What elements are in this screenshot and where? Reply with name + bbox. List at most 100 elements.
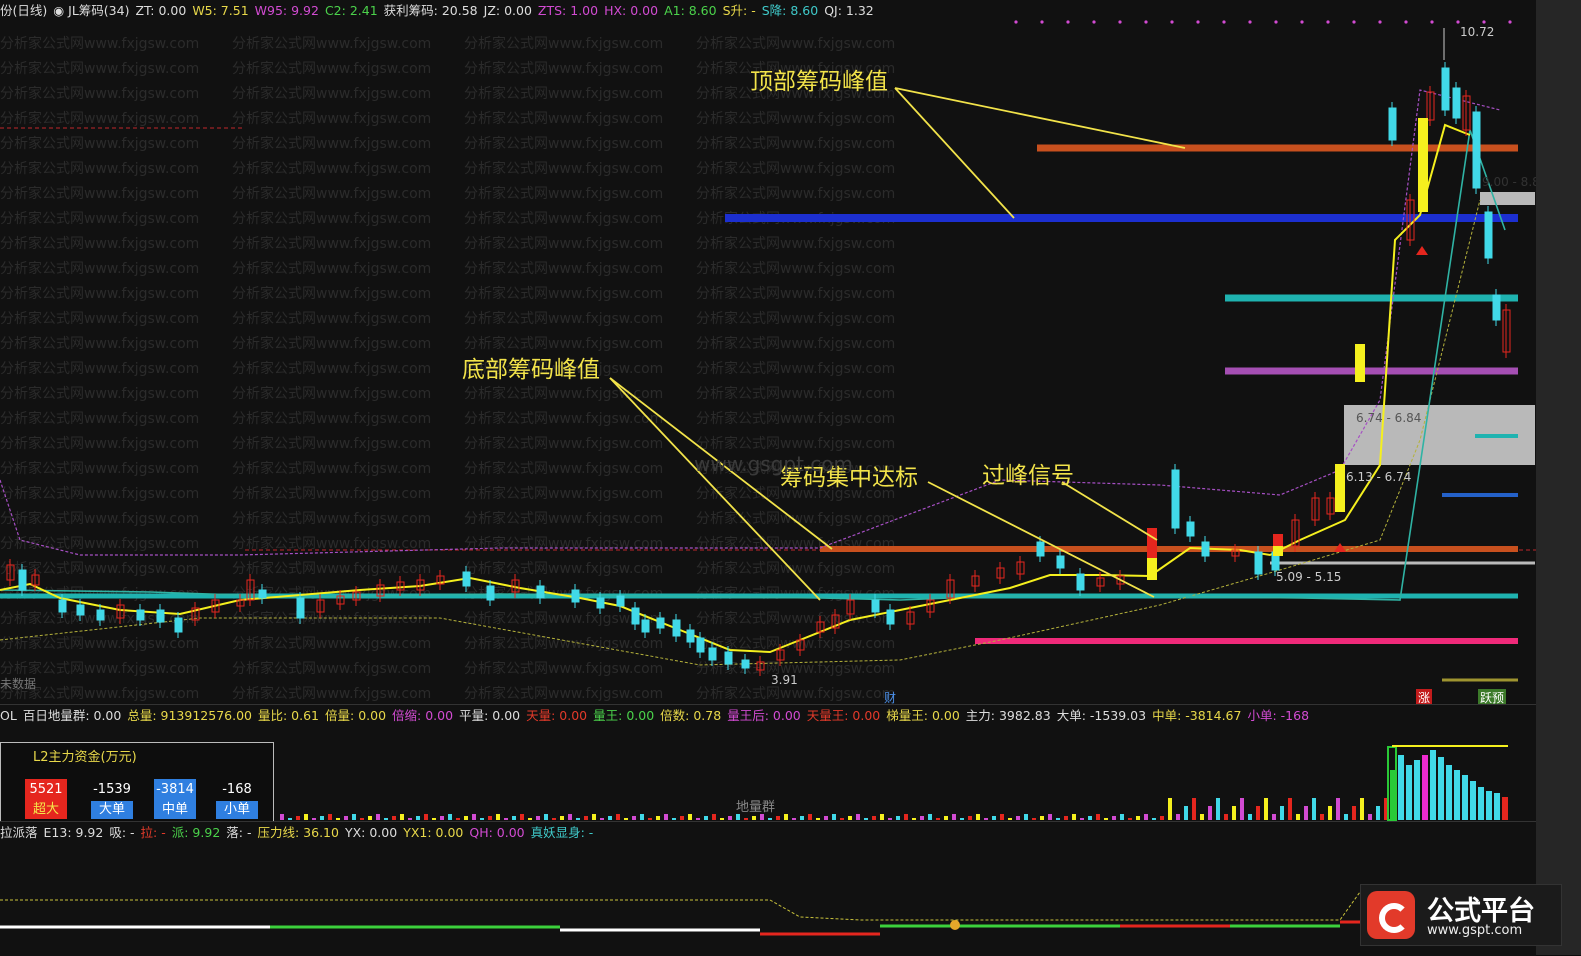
volume-bar-big <box>1470 781 1476 820</box>
candle-body <box>696 637 705 653</box>
site-watermark: www.gsgpt.com <box>694 452 854 476</box>
watermark-text: 分析家公式网www.fxjgsw.com <box>232 535 431 552</box>
watermark-text: 分析家公式网www.fxjgsw.com <box>232 635 431 652</box>
signal-candle-yellow <box>1418 118 1428 212</box>
watermark-text: 分析家公式网www.fxjgsw.com <box>464 660 663 677</box>
price-chart-pane[interactable]: 份(日线) ◉ JL筹码(34) ZT: 0.00 W5: 7.51 W95: 9.92… <box>0 0 1540 706</box>
indicator-pane[interactable]: 拉派落 E13: 9.92 吸: - 拉: - 派: 9.92 落: - 压力线: 36.1… <box>0 821 1536 956</box>
candle-body <box>58 599 67 613</box>
candle-body <box>76 604 85 616</box>
volume-bar <box>1368 814 1372 820</box>
volume-bar <box>360 818 364 820</box>
watermark-text: 分析家公式网www.fxjgsw.com <box>696 360 895 377</box>
volume-bar <box>768 818 772 820</box>
watermark-text: 分析家公式网www.fxjgsw.com <box>0 385 199 402</box>
watermark-text: 分析家公式网www.fxjgsw.com <box>0 235 199 252</box>
l2-fund-flow-box: L2主力资金(万元) 5521 超大 -1539 大单 -3814 中单 -168 小单 <box>0 742 274 822</box>
volume-bar-big <box>1494 793 1500 820</box>
watermark-text: 分析家公式网www.fxjgsw.com <box>696 410 895 427</box>
watermark-text: 分析家公式网www.fxjgsw.com <box>0 485 199 502</box>
annotation-top-peak: 顶部筹码峰值 <box>750 69 888 95</box>
volume-bar <box>336 818 340 820</box>
price-chart-canvas[interactable]: 分析家公式网www.fxjgsw.com 分析家公式网www.fxjgsw.com… <box>0 0 1536 703</box>
volume-bar-big <box>1438 757 1444 820</box>
watermark-text: 分析家公式网www.fxjgsw.com <box>232 160 431 177</box>
watermark-text: 分析家公式网www.fxjgsw.com <box>0 160 199 177</box>
gspt-logo: 公式平台 www.gspt.com <box>1360 884 1562 946</box>
logo-url: www.gspt.com <box>1427 923 1523 938</box>
volume-bar-big <box>1486 791 1492 820</box>
l2-cell-value: -168 <box>222 782 252 797</box>
volume-bar <box>1280 806 1284 820</box>
watermark-text: 分析家公式网www.fxjgsw.com <box>232 660 431 677</box>
watermark-text: 分析家公式网www.fxjgsw.com <box>0 310 199 327</box>
candle-body <box>174 617 183 633</box>
volume-bar <box>1072 814 1076 820</box>
watermark-text: 分析家公式网www.fxjgsw.com <box>0 510 199 527</box>
volume-bar <box>1248 814 1252 820</box>
volume-bar <box>576 818 580 820</box>
watermark-text: 分析家公式网www.fxjgsw.com <box>696 685 895 702</box>
volume-bar <box>1128 818 1132 820</box>
high-price-label: 10.72 <box>1460 25 1495 39</box>
candle-body <box>296 597 305 619</box>
logo-icon <box>1367 891 1415 939</box>
l2-cell-超大: 5521 超大 <box>25 779 67 819</box>
l2-cell-小单: -168 小单 <box>216 779 258 819</box>
volume-bar <box>600 818 604 820</box>
watermark-text: 分析家公式网www.fxjgsw.com <box>464 560 663 577</box>
volume-bar <box>432 818 436 820</box>
volume-bar <box>472 814 476 820</box>
l2-cell-label: 小单 <box>216 801 258 819</box>
volume-bar <box>584 816 588 820</box>
l2-cell-label: 中单 <box>154 801 196 819</box>
watermark-text: 分析家公式网www.fxjgsw.com <box>232 310 431 327</box>
watermark-text: 分析家公式网www.fxjgsw.com <box>696 235 895 252</box>
volume-bar-big <box>1414 760 1420 820</box>
watermark-text: 分析家公式网www.fxjgsw.com <box>464 85 663 102</box>
watermark-text: 分析家公式网www.fxjgsw.com <box>232 485 431 502</box>
watermark-text: 分析家公式网www.fxjgsw.com <box>0 60 199 77</box>
volume-bar <box>856 814 860 820</box>
signal-dot <box>1014 20 1018 24</box>
volume-bar-big <box>1478 787 1484 820</box>
volume-bar <box>1336 798 1340 820</box>
signal-dot <box>1404 20 1408 24</box>
volume-bar <box>1112 816 1116 820</box>
signal-dot <box>1482 20 1486 24</box>
volume-bar-big <box>1462 775 1468 820</box>
watermark-text: 分析家公式网www.fxjgsw.com <box>0 535 199 552</box>
volume-bar-big <box>1502 797 1508 820</box>
signal-dot <box>1092 20 1096 24</box>
watermark-text: 分析家公式网www.fxjgsw.com <box>0 460 199 477</box>
volume-bar <box>592 814 596 820</box>
annotation-bottom-peak: 底部筹码峰值 <box>462 357 600 383</box>
watermark-text: 分析家公式网www.fxjgsw.com <box>232 510 431 527</box>
signal-dot <box>1508 20 1512 24</box>
candle-body <box>1036 541 1045 557</box>
volume-bar-big <box>1446 765 1452 820</box>
volume-bar <box>544 814 548 820</box>
candle-body <box>1441 67 1450 111</box>
volume-bar <box>984 818 988 820</box>
candle-body <box>156 609 165 623</box>
candle-body <box>596 597 605 609</box>
watermark-text: 分析家公式网www.fxjgsw.com <box>464 185 663 202</box>
volume-bar <box>624 818 628 820</box>
watermark-text: 分析家公式网www.fxjgsw.com <box>696 635 895 652</box>
volume-bar <box>1352 806 1356 820</box>
watermark-text: 分析家公式网www.fxjgsw.com <box>464 485 663 502</box>
volume-bar <box>520 814 524 820</box>
volume-bar <box>784 814 788 820</box>
volume-bar <box>376 814 380 820</box>
candle-body <box>724 651 733 665</box>
candle-body <box>536 585 545 599</box>
signal-dot <box>1326 20 1330 24</box>
watermark-text: 分析家公式网www.fxjgsw.com <box>696 135 895 152</box>
l2-cell-中单: -3814 中单 <box>154 779 196 819</box>
volume-panel-label: 地量群 <box>736 800 776 815</box>
volume-bar <box>1264 798 1268 820</box>
volume-bar <box>880 814 884 820</box>
right-scrollbar[interactable] <box>1536 0 1581 955</box>
indicator-canvas[interactable] <box>0 822 1536 956</box>
